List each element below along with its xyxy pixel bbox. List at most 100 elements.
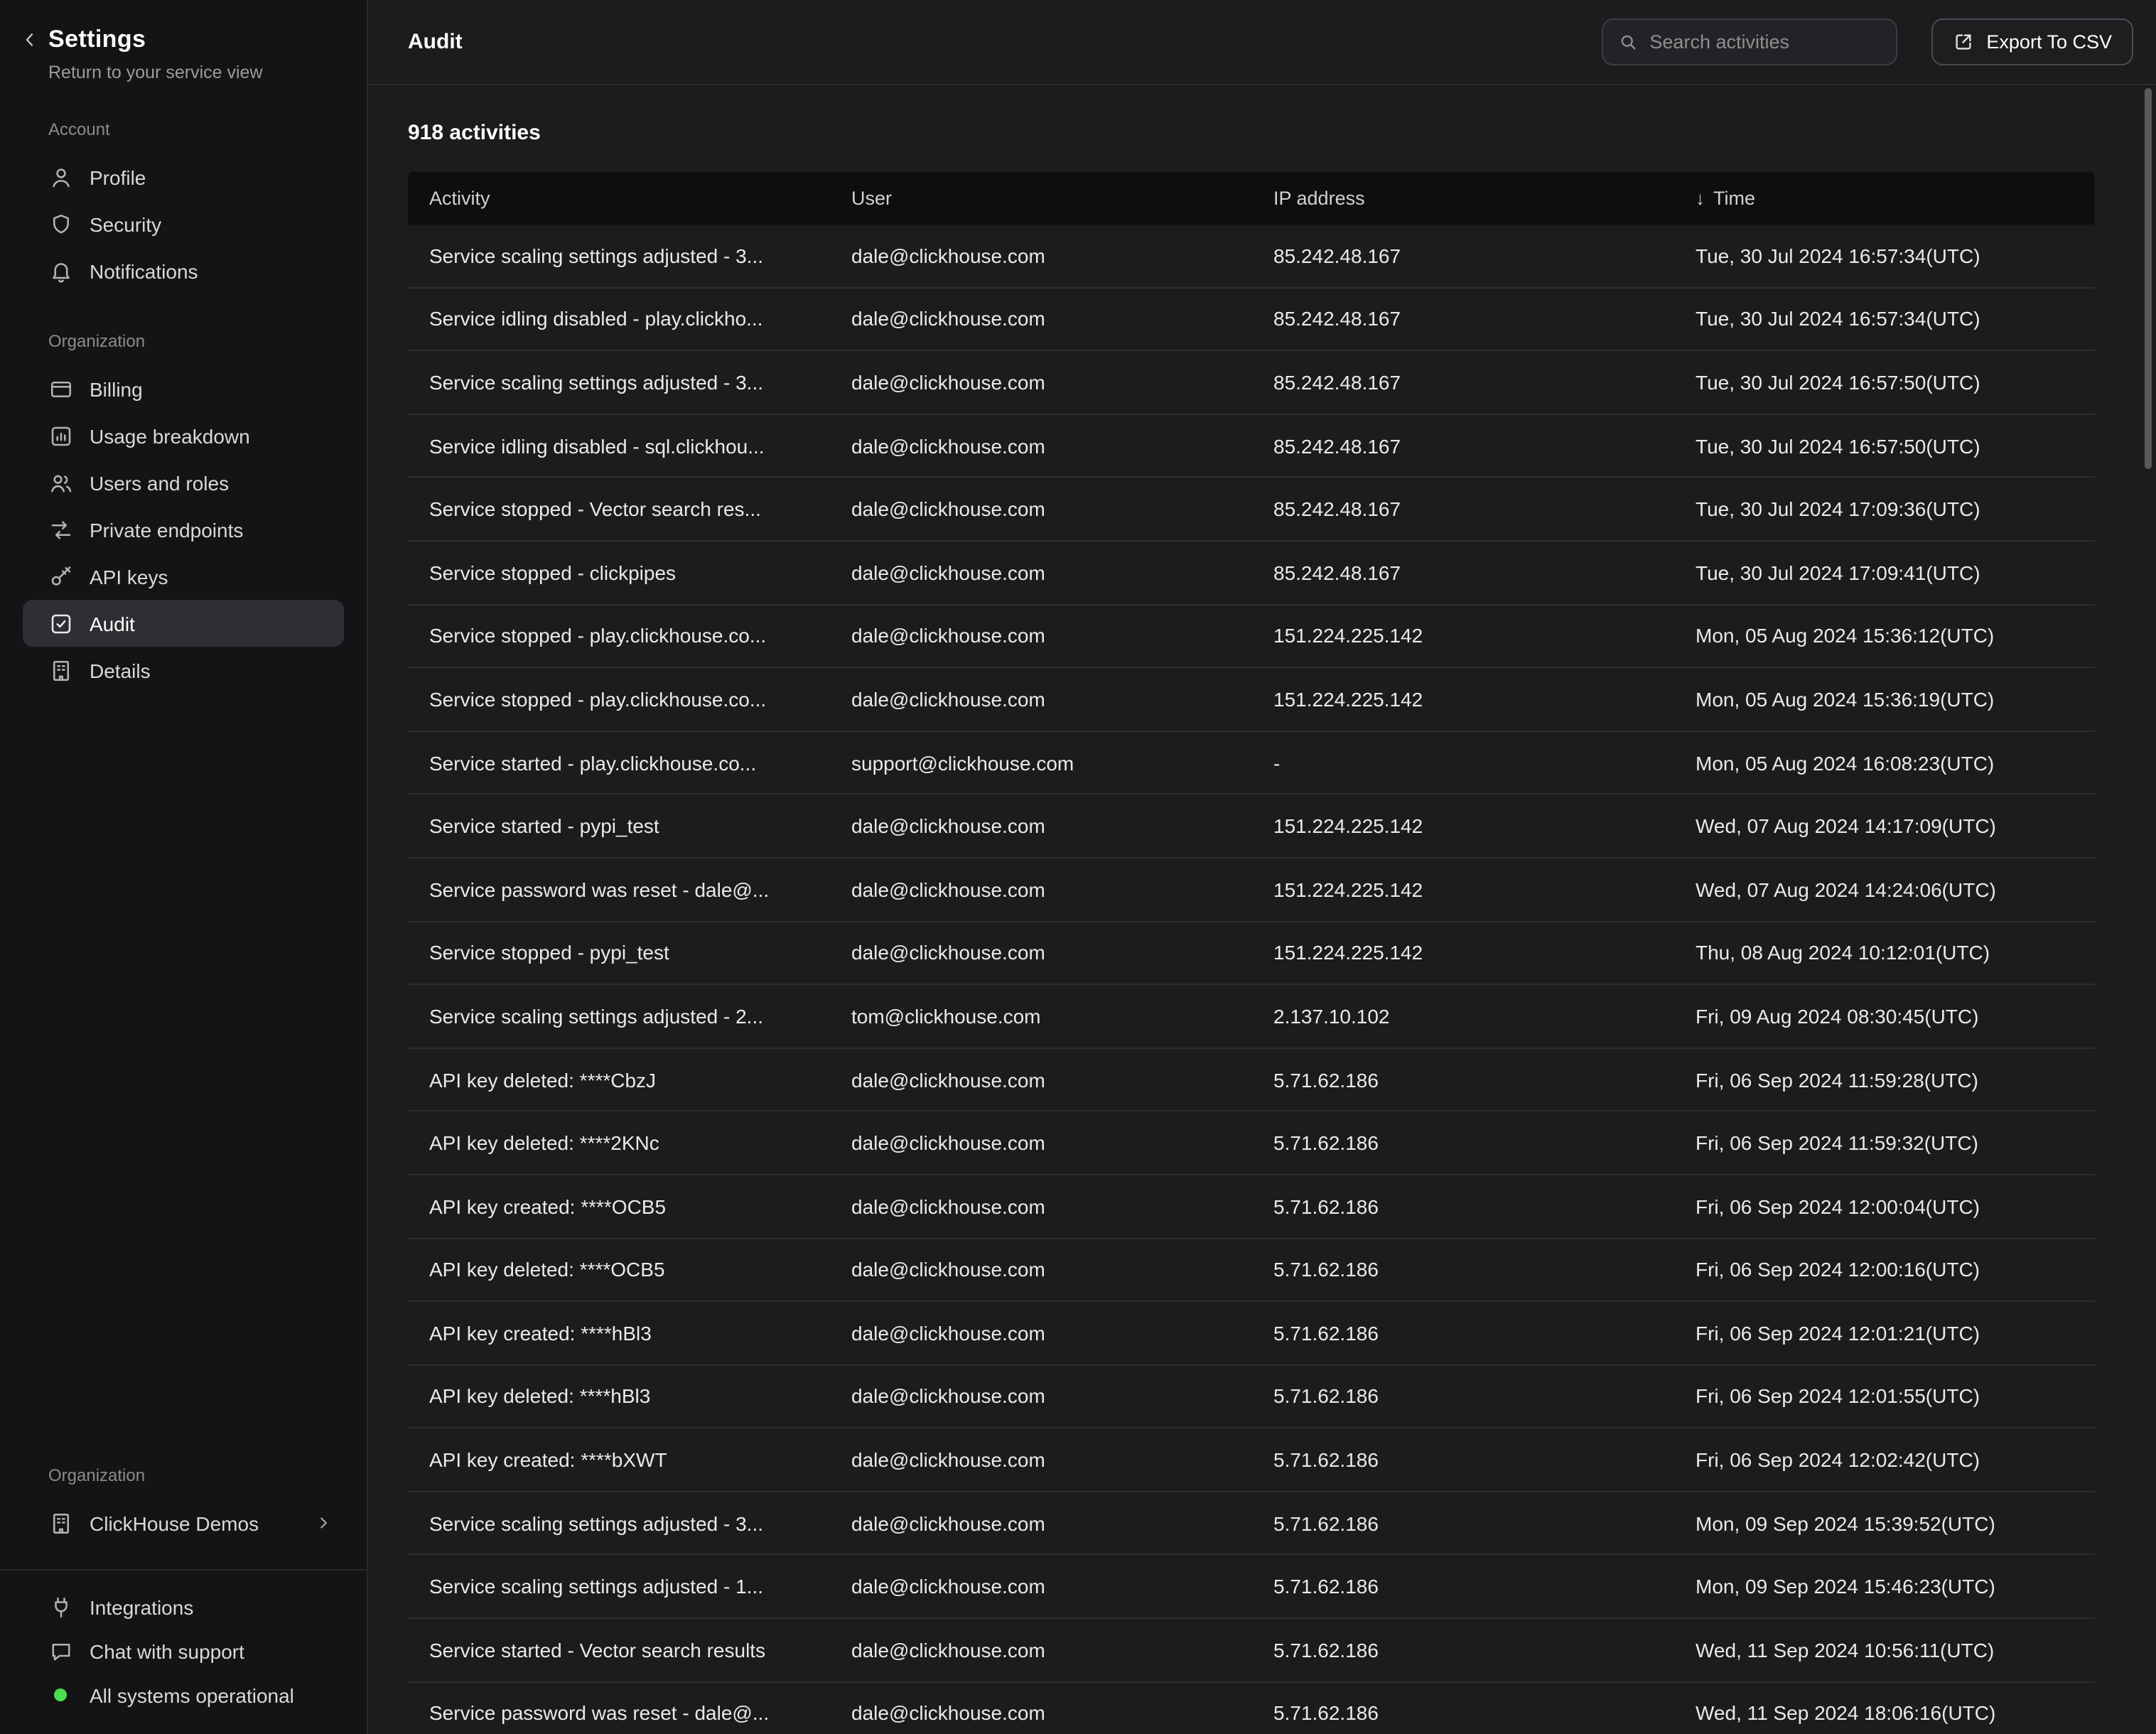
time-cell: Fri, 06 Sep 2024 12:00:04(UTC) <box>1674 1195 2095 1217</box>
chevron-right-icon <box>314 1514 333 1532</box>
time-cell: Tue, 30 Jul 2024 17:09:41(UTC) <box>1674 561 2095 584</box>
activity-cell: Service stopped - play.clickhouse.co... <box>408 625 830 647</box>
sidebar-item-clickhouse-demos[interactable]: ClickHouse Demos <box>23 1499 344 1546</box>
time-cell: Tue, 30 Jul 2024 16:57:34(UTC) <box>1674 244 2095 267</box>
sidebar-item-notifications[interactable]: Notifications <box>23 247 344 294</box>
sidebar-item-usage-breakdown[interactable]: Usage breakdown <box>23 412 344 459</box>
table-row[interactable]: Service password was reset - dale@... da… <box>408 858 2095 922</box>
organization-icon <box>48 1510 74 1536</box>
user-cell: dale@clickhouse.com <box>830 1576 1252 1598</box>
scrollbar-thumb[interactable] <box>2145 88 2152 469</box>
table-row[interactable]: API key deleted: ****2KNc dale@clickhous… <box>408 1112 2095 1175</box>
ip-cell: - <box>1252 751 1674 774</box>
ip-cell: 5.71.62.186 <box>1252 1259 1674 1281</box>
activity-cell: API key deleted: ****hBl3 <box>408 1385 830 1408</box>
sidebar-item-chat-with-support[interactable]: Chat with support <box>23 1629 344 1673</box>
table-row[interactable]: Service started - pypi_test dale@clickho… <box>408 795 2095 858</box>
shield-icon <box>48 211 74 237</box>
time-cell: Fri, 09 Aug 2024 08:30:45(UTC) <box>1674 1005 2095 1028</box>
activity-cell: Service stopped - clickpipes <box>408 561 830 584</box>
table-row[interactable]: Service stopped - clickpipes dale@clickh… <box>408 542 2095 605</box>
user-cell: dale@clickhouse.com <box>830 1448 1252 1471</box>
sidebar-bottom: Organization ClickHouse Demos Integratio… <box>0 1428 367 1734</box>
user-cell: dale@clickhouse.com <box>830 561 1252 584</box>
activity-cell: Service started - pypi_test <box>408 814 830 837</box>
sidebar-item-integrations[interactable]: Integrations <box>23 1585 344 1629</box>
sidebar-item-details[interactable]: Details <box>23 647 344 694</box>
table-row[interactable]: Service password was reset - dale@... da… <box>408 1682 2095 1734</box>
bell-icon <box>48 258 74 284</box>
search-icon <box>1617 31 1638 53</box>
section-label-organization-switcher: Organization <box>48 1465 367 1485</box>
table-row[interactable]: Service stopped - play.clickhouse.co... … <box>408 668 2095 731</box>
table-row[interactable]: Service scaling settings adjusted - 3...… <box>408 1492 2095 1556</box>
table-row[interactable]: Service scaling settings adjusted - 2...… <box>408 985 2095 1048</box>
sidebar-item-label: Notifications <box>90 259 198 282</box>
table-row[interactable]: API key created: ****hBl3 dale@clickhous… <box>408 1302 2095 1365</box>
user-cell: dale@clickhouse.com <box>830 371 1252 394</box>
audit-check-icon <box>48 610 74 636</box>
ip-cell: 5.71.62.186 <box>1252 1131 1674 1154</box>
table-row[interactable]: Service idling disabled - play.clickho..… <box>408 288 2095 351</box>
table-row[interactable]: Service scaling settings adjusted - 1...… <box>408 1556 2095 1619</box>
column-header-user[interactable]: User <box>830 188 1252 209</box>
sidebar-item-profile[interactable]: Profile <box>23 154 344 200</box>
back-chevron-icon[interactable] <box>20 30 40 50</box>
sidebar-item-audit[interactable]: Audit <box>23 600 344 647</box>
ip-cell: 5.71.62.186 <box>1252 1702 1674 1725</box>
time-cell: Wed, 07 Aug 2024 14:17:09(UTC) <box>1674 814 2095 837</box>
time-cell: Fri, 06 Sep 2024 12:02:42(UTC) <box>1674 1448 2095 1471</box>
sidebar-item-private-endpoints[interactable]: Private endpoints <box>23 506 344 553</box>
activity-cell: Service scaling settings adjusted - 1... <box>408 1576 830 1598</box>
search-input[interactable] <box>1649 31 1881 53</box>
time-cell: Wed, 11 Sep 2024 10:56:11(UTC) <box>1674 1639 2095 1662</box>
table-header-row: Activity User IP address ↓ Time <box>408 172 2095 225</box>
time-cell: Mon, 05 Aug 2024 15:36:19(UTC) <box>1674 688 2095 711</box>
table-row[interactable]: API key deleted: ****CbzJ dale@clickhous… <box>408 1048 2095 1111</box>
activity-cell: Service scaling settings adjusted - 2... <box>408 1005 830 1028</box>
user-cell: dale@clickhouse.com <box>830 308 1252 330</box>
table-row[interactable]: Service started - play.clickhouse.co... … <box>408 732 2095 795</box>
sidebar-item-security[interactable]: Security <box>23 200 344 247</box>
status-dot <box>54 1689 67 1701</box>
user-cell: dale@clickhouse.com <box>830 1512 1252 1534</box>
sidebar-item-api-keys[interactable]: API keys <box>23 553 344 600</box>
table-row[interactable]: API key deleted: ****hBl3 dale@clickhous… <box>408 1365 2095 1428</box>
activities-count: 918 activities <box>408 121 2095 145</box>
user-cell: dale@clickhouse.com <box>830 497 1252 520</box>
user-cell: dale@clickhouse.com <box>830 1259 1252 1281</box>
table-row[interactable]: Service started - Vector search results … <box>408 1619 2095 1682</box>
ip-cell: 5.71.62.186 <box>1252 1322 1674 1345</box>
table-row[interactable]: Service stopped - Vector search res... d… <box>408 478 2095 542</box>
audit-content: 918 activities Activity User IP address … <box>368 85 2156 1734</box>
table-row[interactable]: API key created: ****bXWT dale@clickhous… <box>408 1429 2095 1492</box>
table-row[interactable]: Service scaling settings adjusted - 3...… <box>408 351 2095 414</box>
activity-cell: Service stopped - pypi_test <box>408 942 830 964</box>
ip-cell: 85.242.48.167 <box>1252 497 1674 520</box>
sidebar-item-label: Billing <box>90 377 143 400</box>
user-cell: dale@clickhouse.com <box>830 1702 1252 1725</box>
column-header-activity[interactable]: Activity <box>408 188 830 209</box>
sidebar-item-billing[interactable]: Billing <box>23 365 344 412</box>
table-row[interactable]: Service scaling settings adjusted - 3...… <box>408 225 2095 288</box>
ip-cell: 5.71.62.186 <box>1252 1068 1674 1091</box>
search-activities-box[interactable] <box>1601 18 1897 65</box>
sidebar-item-label: Private endpoints <box>90 518 243 541</box>
time-cell: Mon, 05 Aug 2024 16:08:23(UTC) <box>1674 751 2095 774</box>
column-header-ip-address[interactable]: IP address <box>1252 188 1674 209</box>
ip-cell: 85.242.48.167 <box>1252 434 1674 457</box>
sidebar-item-label: Users and roles <box>90 471 229 494</box>
export-csv-button[interactable]: Export To CSV <box>1931 18 2133 65</box>
table-row[interactable]: API key deleted: ****OCB5 dale@clickhous… <box>408 1239 2095 1302</box>
table-row[interactable]: Service stopped - play.clickhouse.co... … <box>408 605 2095 668</box>
table-row[interactable]: Service stopped - pypi_test dale@clickho… <box>408 922 2095 985</box>
table-row[interactable]: API key created: ****OCB5 dale@clickhous… <box>408 1175 2095 1239</box>
time-cell: Fri, 06 Sep 2024 12:01:21(UTC) <box>1674 1322 2095 1345</box>
column-header-time[interactable]: ↓ Time <box>1674 188 2095 209</box>
system-status-item[interactable]: All systems operational <box>23 1673 344 1717</box>
sidebar-item-users-and-roles[interactable]: Users and roles <box>23 459 344 506</box>
audit-table: Activity User IP address ↓ Time Service … <box>408 172 2095 1734</box>
ip-cell: 151.224.225.142 <box>1252 814 1674 837</box>
table-row[interactable]: Service idling disabled - sql.clickhou..… <box>408 415 2095 478</box>
time-cell: Tue, 30 Jul 2024 17:09:36(UTC) <box>1674 497 2095 520</box>
